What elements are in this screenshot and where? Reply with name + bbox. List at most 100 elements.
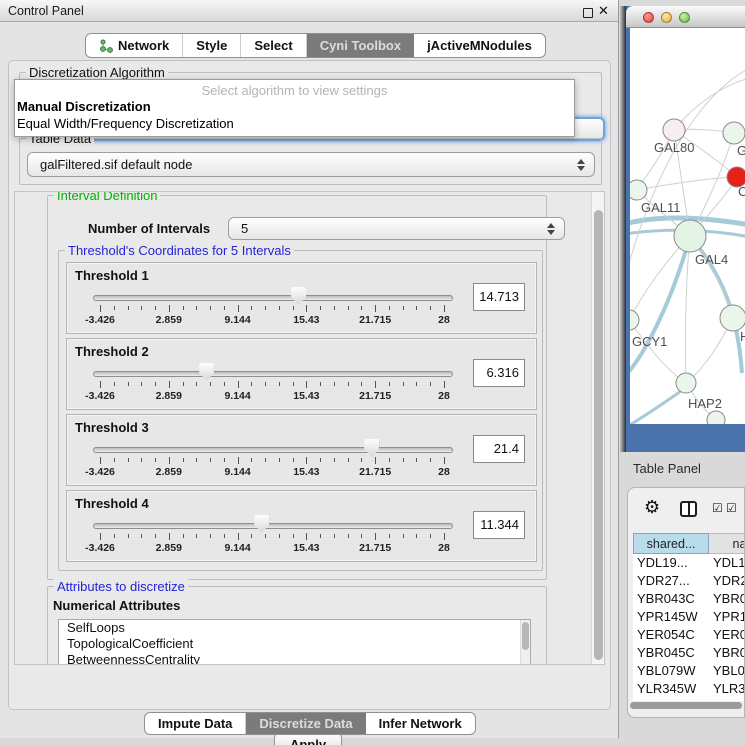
threshold-box-4: Threshold 4 -3.4262.8599.14415.4321.71528… [66,490,537,562]
node-label-gcy1: GCY1 [632,334,667,349]
threshold-slider[interactable]: -3.4262.8599.14415.4321.71528 [93,285,453,331]
table-panel-box: ⚙ ☑ ☑ shared... na YDL19...YDL1YDR27...Y… [627,487,745,718]
slider-track[interactable] [93,295,453,301]
network-node[interactable] [663,119,685,141]
cell-name: YBR0 [709,590,745,608]
network-node[interactable] [630,180,647,200]
network-node[interactable] [720,305,745,331]
table-row[interactable]: YLR345WYLR3 [633,680,745,698]
threshold-value-field[interactable]: 6.316 [473,359,525,387]
network-node[interactable] [723,122,745,144]
close-traffic-light[interactable] [643,12,654,23]
threshold-value-field[interactable]: 21.4 [473,435,525,463]
checkbox-icon[interactable]: ☑ [712,501,723,515]
popup-option-manual-discretization[interactable]: Manual Discretization [17,99,151,114]
table-rows: YDL19...YDL1YDR27...YDR2YBR043CYBR0YPR14… [633,554,745,701]
slider-handle[interactable] [254,515,269,533]
slider-track[interactable] [93,447,453,453]
slider-handle[interactable] [199,363,214,381]
tab-infer-network[interactable]: Infer Network [366,713,475,734]
scrollbar-thumb[interactable] [594,210,603,660]
attribute-item-topologicalcoefficient[interactable]: TopologicalCoefficient [59,636,530,652]
table-row[interactable]: YPR145WYPR1 [633,608,745,626]
scale-label: 21.715 [359,466,391,478]
slider-track[interactable] [93,371,453,377]
slider-handle[interactable] [291,287,306,305]
column-layout-icon[interactable] [680,501,697,517]
tab-label: Discretize Data [259,716,352,731]
slider-track[interactable] [93,523,453,529]
list-scrollbar[interactable] [520,620,530,665]
table-data-combobox[interactable]: galFiltered.sif default node [27,152,595,177]
control-panel-titlebar[interactable]: Control Panel ✕ [0,0,618,22]
table-row[interactable]: YBL079WYBL0 [633,662,745,680]
control-tab-bar: Network Style SelectCyni Toolbox jActiveMNo… [85,33,546,58]
table-row[interactable]: YBR045CYBR0 [633,644,745,662]
number-of-intervals-spinner[interactable]: 5 [228,217,565,240]
spinner-arrows-icon [577,159,585,171]
minimize-traffic-light[interactable] [661,12,672,23]
cell-shared-name: YDR27... [633,572,709,590]
algorithm-popup: Select algorithm to view settings Manual… [14,79,575,137]
numerical-attributes-list[interactable]: SelfLoopsTopologicalCoefficientBetweenne… [58,619,531,665]
slider-handle[interactable] [364,439,379,457]
tab-select[interactable]: Select [241,34,306,57]
network-node[interactable] [674,220,706,252]
tab-label: jActiveMNodules [427,38,532,53]
threshold-slider[interactable]: -3.4262.8599.14415.4321.71528 [93,437,453,483]
table-row[interactable]: YER054CYER0 [633,626,745,644]
tab-label: Style [196,38,227,53]
column-header-shared-name[interactable]: shared... [633,533,709,554]
scale-label: 2.859 [156,390,182,402]
float-window-icon[interactable] [583,8,593,18]
scale-label: 28 [438,466,450,478]
threshold-label: Threshold 4 [75,496,149,511]
threshold-slider[interactable]: -3.4262.8599.14415.4321.71528 [93,513,453,559]
network-canvas[interactable]: GAL80GACGAL11GAL4GCY1HHAP2 [630,28,745,424]
gear-icon[interactable]: ⚙ [644,497,660,518]
network-node[interactable] [676,373,696,393]
cell-name: YBL0 [709,662,745,680]
tab-impute-data[interactable]: Impute Data [145,713,246,734]
cell-name: YDR2 [709,572,745,590]
numerical-attributes-label: Numerical Attributes [53,598,180,613]
checkbox-icon[interactable]: ☑ [726,501,737,515]
tab-discretize-data[interactable]: Discretize Data [246,713,365,734]
node-label-gal80: GAL80 [654,140,694,155]
scale-label: -3.426 [85,542,115,554]
threshold-slider[interactable]: -3.4262.8599.14415.4321.71528 [93,361,453,407]
table-row[interactable]: YIL052CYIL0 [633,698,745,701]
tab-style[interactable]: Style [183,34,241,57]
thresholds-group: Threshold's Coordinates for 5 Intervals … [58,250,543,571]
number-of-intervals-label: Number of Intervals [88,221,210,236]
network-node[interactable] [707,411,725,424]
tab-network[interactable]: Network [86,34,183,57]
popup-option-equal-width-frequency-discretization[interactable]: Equal Width/Frequency Discretization [17,116,234,131]
scrollbar-thumb[interactable] [630,702,742,709]
tab-jactivemnodules[interactable]: jActiveMNodules [414,34,545,57]
scale-label: 15.43 [293,390,319,402]
attribute-item-betweennesscentrality[interactable]: BetweennessCentrality [59,652,530,665]
table-row[interactable]: YDL19...YDL1 [633,554,745,572]
table-row[interactable]: YBR043CYBR0 [633,590,745,608]
zoom-traffic-light[interactable] [679,12,690,23]
table-row[interactable]: YDR27...YDR2 [633,572,745,590]
threshold-value-field[interactable]: 14.713 [473,283,525,311]
node-label-hap2: HAP2 [688,396,722,411]
scale-label: 2.859 [156,314,182,326]
horizontal-scrollbar[interactable] [630,702,744,711]
spinner-arrows-icon [547,223,555,235]
network-node[interactable] [630,310,639,330]
network-window-titlebar[interactable] [626,6,745,28]
interval-definition-group: Interval Definition Number of Intervals … [47,195,547,580]
threshold-value-field[interactable]: 11.344 [473,511,525,539]
attribute-item-selfloops[interactable]: SelfLoops [59,620,530,636]
tab-label: Impute Data [158,716,232,731]
close-icon[interactable]: ✕ [598,3,609,19]
vertical-scrollbar[interactable] [591,192,604,664]
screen: Control Panel ✕ Network Style SelectCyni T… [0,0,745,745]
cell-shared-name: YBR045C [633,644,709,662]
tab-cyni-toolbox[interactable]: Cyni Toolbox [307,34,414,57]
column-header-name[interactable]: na [709,533,745,554]
spinner-value: 5 [241,221,248,236]
